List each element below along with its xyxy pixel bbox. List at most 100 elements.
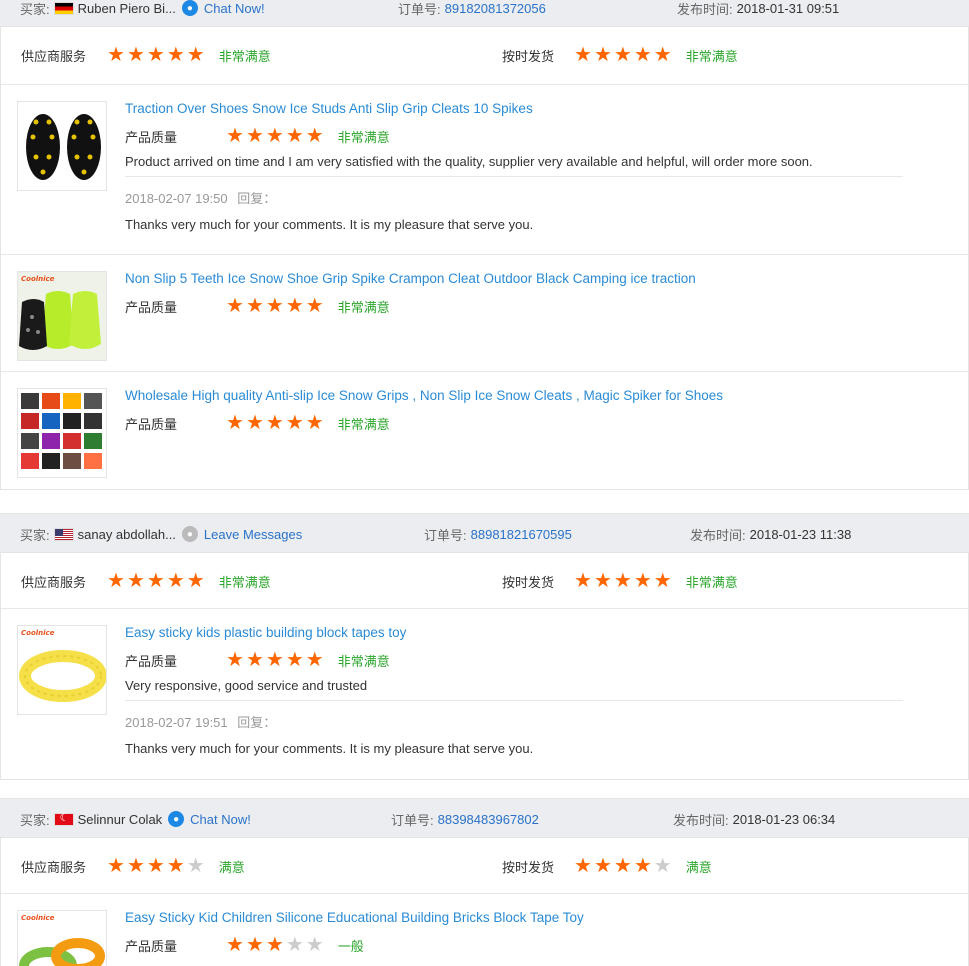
product-thumbnail[interactable] [17,101,107,191]
supplier-service-rating: 供应商服务 ★ ★ ★ ★ ★ 非常满意 [21,27,271,83]
product-info: Traction Over Shoes Snow Ice Studs Anti … [125,101,903,232]
star-filled-icon: ★ [574,855,592,877]
rating-text: 满意 [218,859,245,875]
product-thumbnail[interactable]: Coolnice [17,271,107,361]
order-header: 买家: Ruben Piero Bi... ● Chat Now! 订单号: 8… [0,0,969,27]
product-title-link[interactable]: Non Slip 5 Teeth Ice Snow Shoe Grip Spik… [125,271,902,286]
rating-text: 非常满意 [337,416,390,432]
on-time-shipping-rating: 按时发货 ★ ★ ★ ★ ★ 非常满意 [502,27,738,83]
star-filled-icon: ★ [226,412,244,434]
supplier-service-rating: 供应商服务 ★ ★ ★ ★ ★ 非常满意 [21,553,271,609]
product-thumbnail[interactable]: Coolnice [17,625,107,715]
ice-grips-collage-image [21,393,102,469]
product-review: Wholesale High quality Anti-slip Ice Sno… [1,372,968,489]
star-filled-icon: ★ [166,44,185,66]
publish-time-label: 发布时间: [673,812,729,828]
buyer-comment: Very responsive, good service and truste… [125,678,368,693]
product-title-link[interactable]: Easy Sticky Kid Children Silicone Educat… [125,910,902,925]
chat-online-icon[interactable]: ● [168,811,185,827]
reply-meta: 2018-02-07 19:50 回复： [125,188,902,207]
buyer-name: Ruben Piero Bi... [77,0,176,16]
star-filled-icon: ★ [613,44,632,66]
shoe-spikes-image: Coolnice [18,272,106,360]
product-title-link[interactable]: Traction Over Shoes Snow Ice Studs Anti … [125,101,902,116]
star-filled-icon: ★ [593,855,612,877]
product-quality-rating: 产品质量 ★ ★ ★ ★ ★ 非常满意 [125,413,902,433]
star-filled-icon: ★ [186,570,205,592]
rating-text: 非常满意 [218,48,271,64]
publish-time-value: 2018-01-23 06:34 [732,811,836,827]
chat-offline-icon[interactable]: ● [181,526,198,542]
order-card: 买家: Selinnur Colak ● Chat Now! 订单号: 8839… [0,798,969,966]
rating-text: 非常满意 [685,574,738,590]
product-thumbnail[interactable] [17,388,107,478]
product-title-link[interactable]: Easy sticky kids plastic building block … [125,625,902,640]
supplier-service-label: 供应商服务 [21,574,87,590]
buyer-name: Selinnur Colak [77,811,163,827]
star-filled-icon: ★ [633,855,652,877]
star-filled-icon: ★ [305,412,324,434]
order-number-label: 订单号: [424,527,467,543]
publish-time: 发布时间: 2018-01-31 09:51 [677,0,839,28]
star-filled-icon: ★ [633,570,652,592]
publish-time-label: 发布时间: [677,1,733,17]
silicone-tape-image: Coolnice [19,914,105,966]
star-filled-icon: ★ [107,570,125,592]
product-thumbnail[interactable]: Coolnice [17,910,107,966]
rating-text: 一般 [337,938,364,954]
order-number-link[interactable]: 89182081372056 [445,1,546,16]
usa-flag-icon [53,527,74,541]
rating-text: 非常满意 [337,299,390,315]
on-time-shipping-label: 按时发货 [502,48,555,64]
star-filled-icon: ★ [574,44,592,66]
star-rating: ★ ★ ★ ★ ★ [574,45,672,65]
chat-online-icon[interactable]: ● [181,0,198,16]
star-filled-icon: ★ [633,44,652,66]
star-filled-icon: ★ [146,570,165,592]
star-rating: ★ ★ ★ ★ ★ [107,45,205,65]
order-number-label: 订单号: [391,812,434,828]
star-rating: ★ ★ ★ ★ ★ [574,571,672,591]
publish-time-label: 发布时间: [690,527,746,543]
star-filled-icon: ★ [107,855,125,877]
on-time-shipping-rating: 按时发货 ★ ★ ★ ★ ★ 非常满意 [502,553,738,609]
product-quality-label: 产品质量 [125,653,178,669]
star-filled-icon: ★ [265,295,284,317]
star-filled-icon: ★ [265,649,284,671]
star-rating: ★ ★ ★ ★ ★ [226,126,324,146]
order-card: 买家: Ruben Piero Bi... ● Chat Now! 订单号: 8… [0,0,969,490]
star-filled-icon: ★ [186,44,205,66]
star-filled-icon: ★ [613,570,632,592]
star-filled-icon: ★ [107,44,125,66]
star-rating: ★ ★ ★ ★ ★ [107,571,205,591]
star-filled-icon: ★ [245,934,264,956]
rating-text: 非常满意 [337,653,390,669]
star-filled-icon: ★ [285,412,304,434]
leave-messages-link[interactable]: Leave Messages [204,527,302,542]
product-info: Easy sticky kids plastic building block … [125,625,903,756]
reply-time: 2018-02-07 19:51 [125,715,228,730]
star-filled-icon: ★ [613,855,632,877]
buyer-info: 买家: Ruben Piero Bi... ● Chat Now! [20,0,265,28]
publish-time-value: 2018-01-31 09:51 [736,0,840,16]
order-number-link[interactable]: 88981821670595 [471,527,572,542]
star-filled-icon: ★ [305,649,324,671]
publish-time-value: 2018-01-23 11:38 [749,526,852,542]
star-filled-icon: ★ [305,125,324,147]
chat-now-link[interactable]: Chat Now! [204,1,265,16]
star-rating: ★ ★ ★ ★ ★ [107,856,205,876]
star-filled-icon: ★ [166,570,185,592]
product-title-link[interactable]: Wholesale High quality Anti-slip Ice Sno… [125,388,902,403]
rating-text: 满意 [685,859,712,875]
chat-now-link[interactable]: Chat Now! [190,812,251,827]
star-rating: ★ ★ ★ ★ ★ [226,413,324,433]
order-header: 买家: Selinnur Colak ● Chat Now! 订单号: 8839… [0,798,969,838]
star-rating: ★ ★ ★ ★ ★ [574,856,672,876]
brand-logo: Coolnice [21,914,55,922]
star-rating: ★ ★ ★ ★ ★ [226,935,324,955]
order-number-link[interactable]: 88398483967802 [438,812,539,827]
product-quality-rating: 产品质量 ★ ★ ★ ★ ★ 非常满意 [125,126,902,146]
product-quality-label: 产品质量 [125,129,178,145]
block-tape-image: Coolnice [19,629,106,702]
brand-logo: Coolnice [21,629,55,637]
